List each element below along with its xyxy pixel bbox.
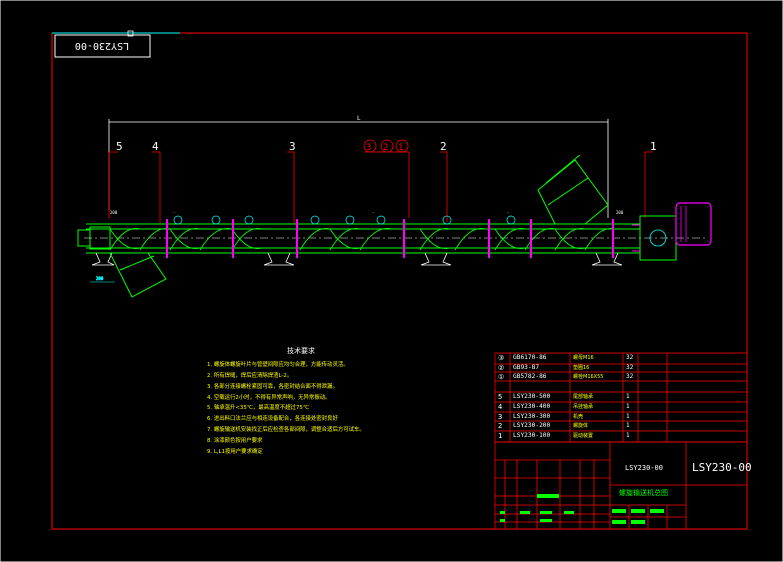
- svg-text:200: 200: [96, 276, 104, 281]
- parts-row-name: 垫圈16: [573, 365, 590, 371]
- parts-row-code: GB6170-86: [513, 354, 547, 361]
- rotated-drawing-number: LSY230-00: [75, 40, 129, 51]
- svg-text:-: -: [372, 210, 374, 215]
- cad-drawing-canvas: LSY230-00 L 5 4 3 3 2 1 2 1 200 200 - - …: [0, 0, 783, 562]
- parts-row-qty: 32: [626, 354, 634, 361]
- parts-row-no: 4: [498, 403, 503, 411]
- title-block: [494, 441, 748, 530]
- title-block-drawing-code: LSY230-00: [625, 464, 663, 472]
- parts-row-name: 机壳: [573, 414, 584, 420]
- parts-row-name: 螺旋体: [573, 423, 589, 429]
- parts-row-no: ①: [498, 373, 505, 381]
- parts-row-qty: 1: [626, 413, 630, 420]
- parts-row-no: ②: [498, 364, 505, 372]
- technical-note-2: 2. 所有焊缝，焊后应清除焊渣L-2。: [207, 373, 293, 379]
- title-block-drawing-name: 螺旋输送机总图: [619, 489, 668, 497]
- balloon-sub-1: 1: [398, 143, 403, 153]
- sheet-border-inner: [51, 32, 748, 530]
- rotated-drawing-number-box: LSY230-00: [54, 30, 151, 58]
- balloon-3: 3: [289, 140, 296, 153]
- discharge-spout: [109, 252, 167, 298]
- technical-note-9: 9. L,L1按用户要求确定: [207, 449, 263, 455]
- parts-row-code: LSY230-300: [513, 413, 551, 420]
- parts-row-name: 吊挂轴承: [573, 404, 594, 410]
- parts-row-qty: 1: [626, 403, 630, 410]
- balloon-sub-3: 3: [366, 143, 371, 153]
- parts-row-name: 螺母M16: [573, 355, 594, 361]
- parts-row-qty: 32: [626, 364, 634, 371]
- title-block-drawing-code-large: LSY230-00: [692, 461, 752, 474]
- support-legs: [91, 252, 623, 266]
- balloon-4: 4: [152, 140, 159, 153]
- dimension-overall-label: L: [357, 115, 361, 122]
- parts-row-no: ③: [498, 354, 505, 362]
- inlet-hopper: [537, 154, 609, 225]
- parts-row-name: 尾部轴承: [573, 394, 594, 400]
- parts-row-qty: 1: [626, 422, 630, 429]
- parts-row-no: 1: [498, 432, 503, 440]
- screw-flights: [109, 228, 616, 251]
- dimension-overall: [108, 119, 609, 218]
- parts-row-code: GB5782-86: [513, 373, 547, 380]
- drive-unit: [632, 202, 712, 261]
- parts-row-code: LSY230-400: [513, 403, 551, 410]
- parts-row-code: GB93-87: [513, 364, 540, 371]
- technical-note-5: 5. 轴承温升<35℃，最高温度不超过75℃: [207, 405, 309, 411]
- technical-note-8: 8. 涂漆颜色按用户要求: [207, 438, 263, 444]
- technical-note-6: 6. 进出料口法兰应与相连设备配合，各连接处密封良好: [207, 416, 338, 422]
- balloon-1: 1: [650, 140, 657, 153]
- cover-bolts: [173, 215, 516, 225]
- parts-row-qty: 1: [626, 393, 630, 400]
- parts-row-code: LSY230-500: [513, 393, 551, 400]
- svg-text:200: 200: [110, 210, 118, 215]
- parts-row-no: 2: [498, 422, 503, 430]
- parts-row-qty: 1: [626, 432, 630, 439]
- parts-row-code: LSY230-200: [513, 422, 551, 429]
- parts-row-no: 5: [498, 393, 503, 401]
- parts-row-qty: 32: [626, 373, 634, 380]
- svg-text:-: -: [173, 210, 175, 215]
- balloon-5: 5: [116, 140, 123, 153]
- housing-flanges: [166, 219, 614, 258]
- svg-text:200: 200: [616, 210, 624, 215]
- balloon-labels: 5 4 3 3 2 1 2 1: [116, 139, 657, 153]
- svg-text:-: -: [507, 210, 509, 215]
- parts-row-name: 驱动装置: [573, 433, 594, 439]
- dim-discharge: 200: [90, 276, 115, 283]
- parts-row-name: 螺栓M16X55: [573, 374, 604, 380]
- dim-texts: 200 - - 200 -: [110, 210, 624, 215]
- balloon-sub-2: 2: [383, 143, 388, 153]
- sheet-border-outer: [0, 0, 783, 562]
- title-block-fill: [537, 494, 559, 498]
- technical-note-3: 3. 各部分连接螺栓紧固可靠，各密封结合面不得泄漏。: [207, 384, 338, 390]
- technical-note-7: 7. 螺旋输送机安装找正后应检查各部间隙，调整合适后方可试车。: [207, 427, 365, 433]
- parts-row-code: LSY230-100: [513, 432, 551, 439]
- technical-note-1: 1. 螺旋体螺旋叶片与管壁间隙应均匀合理，方能传动灵活。: [207, 362, 349, 368]
- parts-row-no: 3: [498, 413, 503, 421]
- technical-note-4: 4. 空载运行2小时，不得有异常声响，无异常振动。: [207, 395, 331, 401]
- balloon-2: 2: [440, 140, 447, 153]
- technical-notes-title: 技术要求: [287, 347, 315, 355]
